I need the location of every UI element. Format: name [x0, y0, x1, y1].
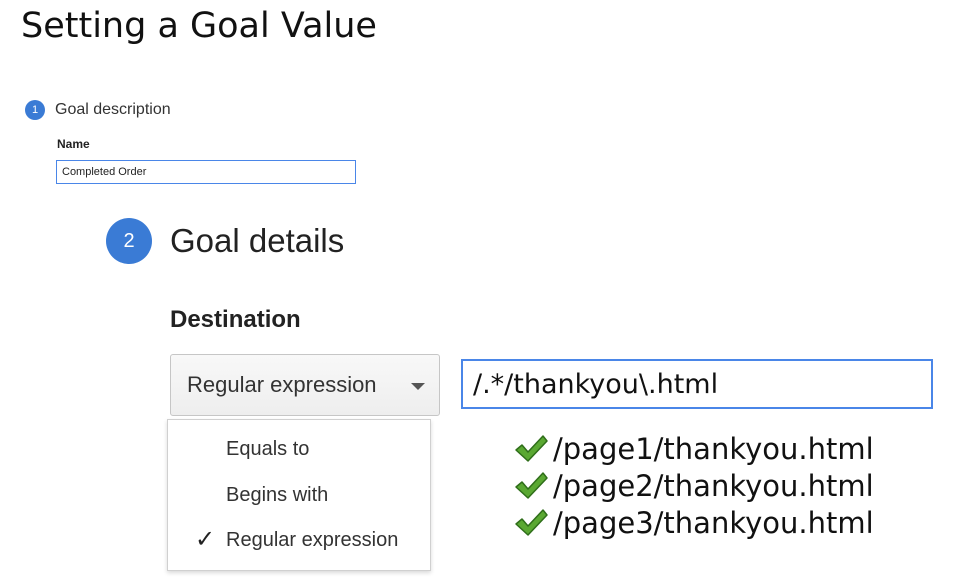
destination-input[interactable] — [461, 359, 933, 409]
goal-details-step: 2 Goal details — [106, 218, 344, 264]
list-item: /page2/thankyou.html — [513, 467, 874, 504]
matching-page-url: /page2/thankyou.html — [553, 468, 874, 503]
menu-item-equals-to[interactable]: Equals to — [168, 429, 430, 469]
list-item: /page1/thankyou.html — [513, 430, 874, 467]
checkmark-icon: ✓ — [195, 526, 216, 553]
menu-item-regular-expression[interactable]: ✓ Regular expression — [168, 520, 430, 560]
menu-item-label: Regular expression — [226, 528, 399, 551]
list-item: /page3/thankyou.html — [513, 504, 874, 541]
menu-item-label: Equals to — [226, 437, 310, 460]
step-number-badge: 1 — [25, 100, 45, 120]
match-type-menu: Equals to Begins with ✓ Regular expressi… — [167, 419, 431, 571]
chevron-down-icon — [411, 383, 425, 390]
green-check-icon — [515, 434, 548, 462]
green-check-icon — [515, 471, 548, 499]
matching-page-url: /page1/thankyou.html — [553, 431, 874, 466]
name-field-label: Name — [57, 137, 90, 151]
slide: Setting a Goal Value 1 Goal description … — [0, 0, 977, 583]
goal-name-input[interactable] — [56, 160, 356, 184]
goal-description-step: 1 Goal description — [25, 100, 171, 120]
destination-label: Destination — [170, 306, 301, 333]
slide-title: Setting a Goal Value — [21, 6, 377, 46]
menu-item-begins-with[interactable]: Begins with — [168, 475, 430, 515]
goal-description-heading[interactable]: Goal description — [55, 101, 171, 119]
menu-item-label: Begins with — [226, 483, 329, 506]
match-type-selected-value: Regular expression — [187, 372, 377, 397]
step-number-badge: 2 — [106, 218, 152, 264]
goal-details-heading: Goal details — [170, 222, 345, 259]
match-type-dropdown[interactable]: Regular expression — [170, 354, 440, 416]
matching-page-url: /page3/thankyou.html — [553, 505, 874, 540]
matching-pages-list: /page1/thankyou.html /page2/thankyou.htm… — [513, 430, 874, 541]
green-check-icon — [515, 508, 548, 536]
